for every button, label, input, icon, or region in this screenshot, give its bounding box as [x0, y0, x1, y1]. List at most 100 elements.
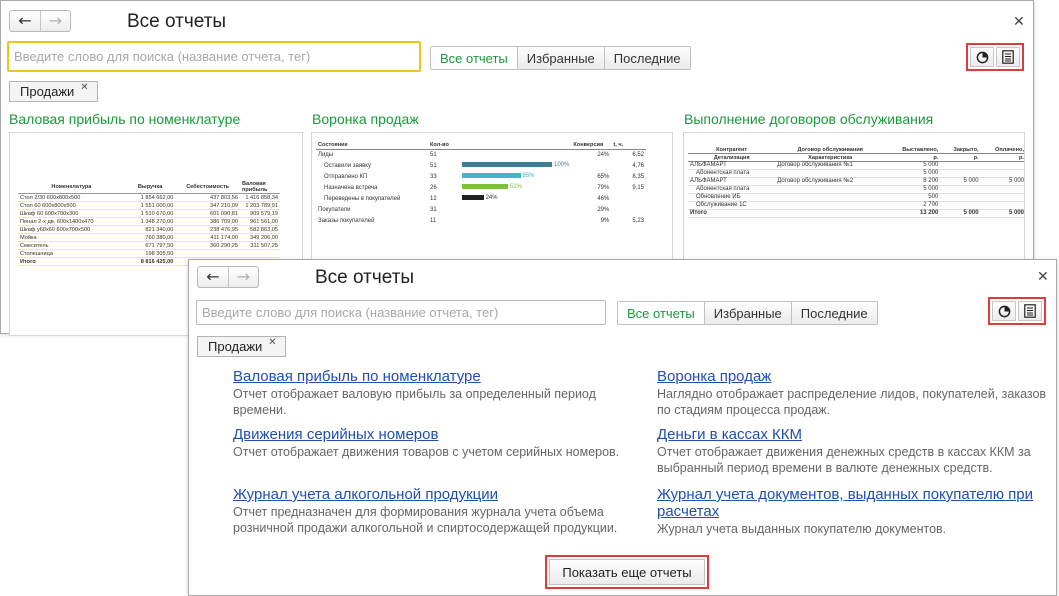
table-row: Заказы покупателей 11 9% 5,23	[316, 215, 646, 226]
report-link[interactable]: Журнал учета документов, выданных покупа…	[657, 486, 1049, 520]
table-cell: 1 348 270,00	[124, 217, 176, 226]
table-row: АЛЬФАМАРТ Договор обслуживания №2 8 200 5 0…	[688, 177, 1024, 186]
table-cell: Столешница	[18, 249, 125, 258]
view-toggle	[988, 297, 1046, 325]
table-cell: 1 510 670,00	[124, 209, 176, 218]
forward-button[interactable]: →	[40, 11, 70, 31]
table-cell: 9,15	[632, 184, 644, 191]
filter-tabs: Все отчеты Избранные Последние	[430, 46, 691, 70]
table-cell: 961 561,00	[240, 217, 280, 226]
table-row: Шкаф у60х60 600х700х500 821 340,00 238 476…	[18, 225, 280, 234]
tab-recent[interactable]: Последние	[603, 47, 690, 69]
list-icon	[1024, 304, 1036, 318]
table-header: Выручка	[124, 181, 176, 194]
table-cell: 582 863,05	[240, 225, 280, 234]
close-icon[interactable]: ✕	[268, 337, 276, 348]
table-cell: 65%	[460, 171, 571, 182]
search-input[interactable]	[196, 300, 606, 325]
report-link[interactable]: Деньги в кассах ККМ	[657, 426, 1049, 443]
table-cell: Пенал 2-х дв. 600х1400х470	[18, 217, 125, 226]
show-more-button[interactable]: Показать еще отчеты	[549, 559, 705, 585]
table-cell: Абонентская плата	[688, 185, 776, 194]
search-input[interactable]	[7, 41, 421, 72]
tab-all-reports[interactable]: Все отчеты	[618, 302, 704, 324]
tab-favorites[interactable]: Избранные	[516, 47, 604, 69]
close-icon[interactable]: ✕	[80, 82, 88, 93]
table-cell: 9%	[600, 217, 610, 224]
table-row: Стол 60 600х800х500 1 551 000,00 347 210,0…	[18, 201, 280, 210]
close-button[interactable]: ✕	[1037, 270, 1049, 284]
table-row: Стол 2/30 600х800х500 1 854 662,00 437 803…	[18, 193, 280, 202]
card-preview-service-contracts[interactable]: Контрагент Договор обслуживания Выставле…	[683, 132, 1025, 262]
table-cell	[980, 185, 1024, 194]
tab-favorites[interactable]: Избранные	[703, 302, 791, 324]
table-cell: 909 579,19	[240, 209, 280, 218]
sales-funnel-table: Состояние Кол-во Конверсия t, ч. Лиды 51 2…	[316, 141, 646, 226]
back-button[interactable]: ←	[198, 267, 228, 287]
table-cell: 4,76	[632, 162, 644, 169]
table-cell	[775, 209, 886, 218]
table-cell: 238 476,95	[175, 225, 240, 234]
tab-all-reports[interactable]: Все отчеты	[431, 47, 517, 69]
table-cell: 26	[430, 184, 437, 191]
tag-chip[interactable]: Продажи ✕	[197, 336, 286, 357]
table-cell	[980, 201, 1024, 210]
table-cell: Абонентская плата	[688, 169, 776, 178]
report-description: Журнал учета выданных покупателю докумен…	[657, 522, 947, 536]
report-link[interactable]: Движения серийных номеров	[233, 426, 633, 443]
table-cell	[611, 204, 646, 215]
table-cell: 13 200	[885, 209, 941, 218]
table-header: Состояние	[316, 141, 428, 150]
table-cell: 5 000	[885, 169, 941, 178]
table-cell: 5 000	[980, 177, 1024, 186]
card-title-gross-profit[interactable]: Валовая прибыль по номенклатуре	[9, 111, 240, 127]
funnel-percent: 24%	[485, 195, 498, 202]
chart-view-button[interactable]	[992, 301, 1016, 321]
table-header: Договор обслуживания	[775, 145, 886, 154]
table-row: Шкаф 60 600х700х300 1 510 670,00 601 090,8…	[18, 209, 280, 218]
table-cell: Оставили заявку	[324, 162, 371, 169]
table-cell: Договор обслуживания №2	[775, 177, 886, 186]
card-title-service-contracts[interactable]: Выполнение договоров обслуживания	[684, 111, 933, 127]
tab-recent[interactable]: Последние	[790, 302, 877, 324]
chart-view-button[interactable]	[970, 47, 994, 67]
table-header: Оплачено,	[980, 145, 1024, 154]
table-cell	[940, 201, 981, 210]
list-item: Деньги в кассах ККМ Отчет отображает дви…	[657, 426, 1049, 486]
close-button[interactable]: ✕	[1013, 15, 1025, 29]
table-cell: 760 380,00	[124, 233, 176, 242]
table-cell: Покупатели	[318, 206, 351, 213]
back-button[interactable]: ←	[10, 11, 40, 31]
show-more-frame: Показать еще отчеты	[545, 555, 709, 589]
gross-profit-table: Номенклатура Выручка Себестоимость Валов…	[18, 181, 280, 266]
table-header: Конверсия	[571, 141, 612, 150]
card-title-sales-funnel[interactable]: Воронка продаж	[312, 111, 419, 127]
table-cell: 500	[885, 193, 941, 202]
table-cell: Стол 60 600х800х500	[18, 201, 125, 210]
table-row: Переведены в покупателей 12 24% 46%	[316, 193, 646, 204]
report-link[interactable]: Валовая прибыль по номенклатуре	[233, 368, 633, 385]
list-view-button[interactable]	[1018, 301, 1042, 321]
table-cell: 1 203 789,91	[240, 201, 280, 210]
table-row: Абонентская плата 5 000	[688, 185, 1024, 194]
list-item: Журнал учета документов, выданных покупа…	[657, 486, 1049, 537]
table-cell: 24%	[460, 193, 571, 204]
tag-chip[interactable]: Продажи ✕	[9, 81, 98, 102]
table-cell	[460, 149, 571, 160]
reports-list-left: Валовая прибыль по номенклатуре Отчет от…	[233, 368, 633, 536]
table-cell: 360 290,25	[175, 241, 240, 250]
report-link[interactable]: Воронка продаж	[657, 368, 1049, 385]
funnel-bar	[462, 184, 508, 190]
funnel-bar	[462, 162, 552, 168]
table-header	[460, 141, 572, 150]
report-link[interactable]: Журнал учета алкогольной продукции	[233, 486, 633, 503]
list-icon	[1002, 50, 1014, 64]
card-preview-sales-funnel[interactable]: Состояние Кол-во Конверсия t, ч. Лиды 51 2…	[311, 132, 673, 262]
funnel-percent: 100%	[554, 162, 570, 169]
list-view-button[interactable]	[996, 47, 1020, 67]
table-cell	[571, 160, 611, 171]
forward-button[interactable]: →	[228, 267, 258, 287]
reports-window-front: ← → Все отчеты ✕ Все отчеты Избранные По…	[188, 259, 1057, 596]
table-header: р.	[885, 153, 941, 162]
table-row: Обновление ИБ 500	[688, 193, 1024, 202]
